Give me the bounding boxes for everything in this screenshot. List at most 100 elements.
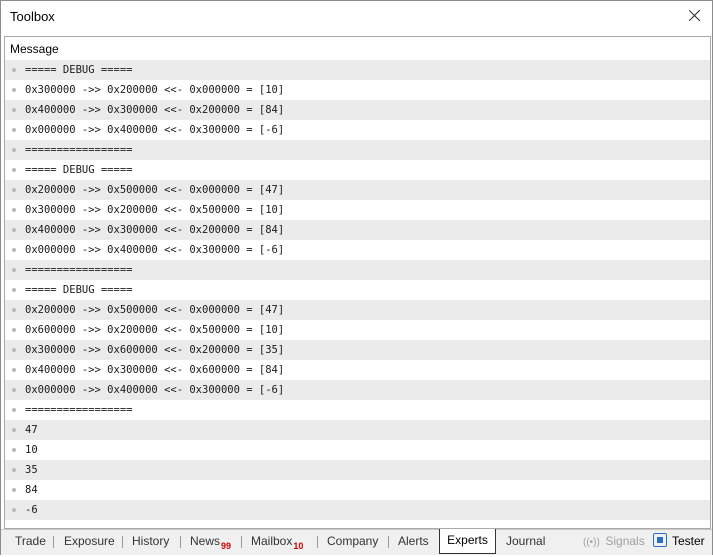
log-bullet-icon [12, 68, 16, 72]
log-bullet-icon [12, 428, 16, 432]
tab-news[interactable]: News99 [180, 530, 231, 553]
log-row[interactable]: 0x000000 ->> 0x400000 <<- 0x300000 = [-6… [5, 380, 710, 400]
tab-separator [388, 536, 389, 548]
log-bullet-icon [12, 88, 16, 92]
log-message: 0x000000 ->> 0x400000 <<- 0x300000 = [-6… [25, 244, 285, 256]
log-message: 0x300000 ->> 0x600000 <<- 0x200000 = [35… [25, 344, 285, 356]
log-bullet-icon [12, 348, 16, 352]
log-row[interactable]: -6 [5, 500, 710, 520]
tab-experts-label: Experts [447, 533, 488, 547]
log-row[interactable]: 0x400000 ->> 0x300000 <<- 0x600000 = [84… [5, 360, 710, 380]
tab-journal-label: Journal [506, 534, 546, 548]
log-message: ================= [25, 144, 133, 156]
tab-separator [317, 536, 318, 548]
log-bullet-icon [12, 368, 16, 372]
log-row[interactable]: 0x200000 ->> 0x500000 <<- 0x000000 = [47… [5, 300, 710, 320]
tab-separator [53, 536, 54, 548]
log-row[interactable]: ===== DEBUG ===== [5, 60, 710, 80]
log-row[interactable]: 0x300000 ->> 0x200000 <<- 0x500000 = [10… [5, 200, 710, 220]
log-bullet-icon [12, 128, 16, 132]
log-row[interactable]: 0x000000 ->> 0x400000 <<- 0x300000 = [-6… [5, 240, 710, 260]
message-column-header[interactable]: Message [5, 37, 710, 59]
log-bullet-icon [12, 308, 16, 312]
tab-signals-label: Signals [605, 534, 645, 548]
log-message: 0x400000 ->> 0x300000 <<- 0x200000 = [84… [25, 104, 285, 116]
log-row[interactable]: 35 [5, 460, 710, 480]
log-list: ===== DEBUG ===== 0x300000 ->> 0x200000 <… [5, 60, 710, 520]
tab-separator [180, 536, 181, 548]
log-bullet-icon [12, 508, 16, 512]
log-row[interactable]: 47 [5, 420, 710, 440]
strategy-tester-icon [653, 533, 667, 547]
tab-tester[interactable]: Tester [653, 530, 705, 553]
log-bullet-icon [12, 468, 16, 472]
log-message: ================= [25, 404, 133, 416]
log-bullet-icon [12, 248, 16, 252]
tab-alerts[interactable]: Alerts [388, 530, 429, 553]
log-bullet-icon [12, 488, 16, 492]
tab-history-label: History [132, 534, 170, 548]
log-row[interactable]: 0x400000 ->> 0x300000 <<- 0x200000 = [84… [5, 100, 710, 120]
log-bullet-icon [12, 108, 16, 112]
log-message: ===== DEBUG ===== [25, 164, 133, 176]
window-title: Toolbox [10, 9, 55, 24]
log-row[interactable]: ================= [5, 140, 710, 160]
tab-separator [241, 536, 242, 548]
close-icon[interactable] [682, 3, 708, 29]
tab-journal[interactable]: Journal [506, 530, 545, 553]
tab-company[interactable]: Company [317, 530, 378, 553]
news-count-badge: 99 [221, 541, 232, 551]
tab-alerts-label: Alerts [398, 534, 429, 548]
log-message: 0x200000 ->> 0x500000 <<- 0x000000 = [47… [25, 304, 285, 316]
log-bullet-icon [12, 388, 16, 392]
log-row[interactable]: 0x300000 ->> 0x200000 <<- 0x000000 = [10… [5, 80, 710, 100]
log-row[interactable]: ===== DEBUG ===== [5, 160, 710, 180]
log-message: 0x000000 ->> 0x400000 <<- 0x300000 = [-6… [25, 124, 285, 136]
tab-mailbox[interactable]: Mailbox10 [241, 530, 303, 553]
log-bullet-icon [12, 448, 16, 452]
tab-signals[interactable]: ((•)) Signals [583, 530, 645, 553]
tab-company-label: Company [327, 534, 379, 548]
log-message: 84 [25, 484, 38, 496]
log-message: -6 [25, 504, 38, 516]
log-message: ===== DEBUG ===== [25, 64, 133, 76]
log-message: ===== DEBUG ===== [25, 284, 133, 296]
tab-history[interactable]: History [122, 530, 169, 553]
signal-broadcast-icon: ((•)) [583, 537, 600, 548]
log-row[interactable]: ===== DEBUG ===== [5, 280, 710, 300]
log-message: 0x000000 ->> 0x400000 <<- 0x300000 = [-6… [25, 384, 285, 396]
tab-news-label: News [190, 534, 221, 548]
message-column-label: Message [10, 42, 59, 56]
log-message: 10 [25, 444, 38, 456]
log-row[interactable]: 0x400000 ->> 0x300000 <<- 0x200000 = [84… [5, 220, 710, 240]
toolbox-tab-bar: Trade Exposure History News99 Mailbox10 … [1, 529, 712, 555]
log-message: 0x300000 ->> 0x200000 <<- 0x000000 = [10… [25, 84, 285, 96]
tab-exposure[interactable]: Exposure [53, 530, 115, 553]
log-row[interactable]: 0x000000 ->> 0x400000 <<- 0x300000 = [-6… [5, 120, 710, 140]
tab-exposure-label: Exposure [64, 534, 115, 548]
log-bullet-icon [12, 168, 16, 172]
log-row[interactable]: ================= [5, 400, 710, 420]
log-row[interactable]: 0x300000 ->> 0x600000 <<- 0x200000 = [35… [5, 340, 710, 360]
log-bullet-icon [12, 268, 16, 272]
tab-separator [122, 536, 123, 548]
title-bar: Toolbox [1, 1, 712, 33]
log-row[interactable]: 10 [5, 440, 710, 460]
log-message: 0x400000 ->> 0x300000 <<- 0x600000 = [84… [25, 364, 285, 376]
experts-log-panel: Message ===== DEBUG ===== 0x300000 ->> 0x… [4, 36, 711, 529]
log-row[interactable]: 84 [5, 480, 710, 500]
tab-tester-label: Tester [672, 534, 705, 548]
log-bullet-icon [12, 228, 16, 232]
tab-experts[interactable]: Experts [439, 529, 496, 554]
log-message: ================= [25, 264, 133, 276]
log-bullet-icon [12, 208, 16, 212]
log-bullet-icon [12, 328, 16, 332]
log-row[interactable]: 0x600000 ->> 0x200000 <<- 0x500000 = [10… [5, 320, 710, 340]
log-row[interactable]: 0x200000 ->> 0x500000 <<- 0x000000 = [47… [5, 180, 710, 200]
log-bullet-icon [12, 188, 16, 192]
log-message: 0x600000 ->> 0x200000 <<- 0x500000 = [10… [25, 324, 285, 336]
tab-trade[interactable]: Trade [15, 530, 46, 553]
log-bullet-icon [12, 288, 16, 292]
log-message: 35 [25, 464, 38, 476]
log-row[interactable]: ================= [5, 260, 710, 280]
